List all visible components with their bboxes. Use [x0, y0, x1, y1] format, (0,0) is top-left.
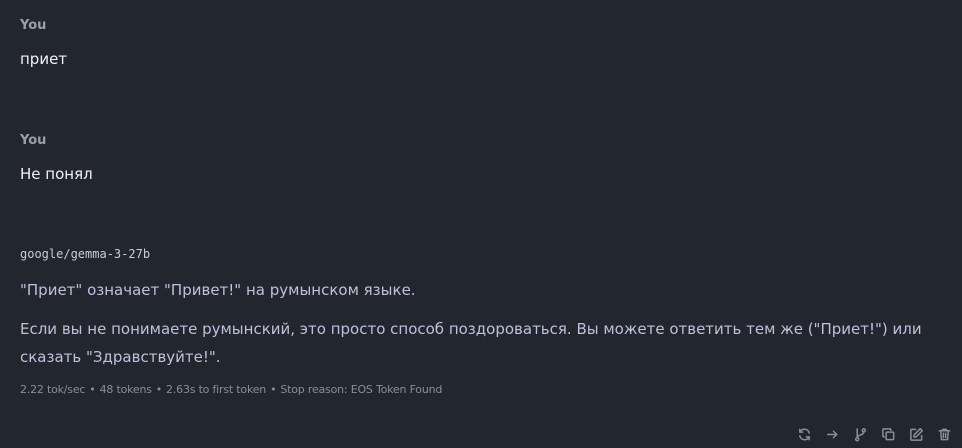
message-action-bar [794, 424, 954, 444]
user-message-text[interactable]: приет [20, 50, 67, 68]
edit-icon [909, 427, 923, 441]
assistant-paragraph: Если вы не понимаете румынский, это прос… [20, 320, 922, 366]
generation-stats: 2.22 tok/sec • 48 tokens • 2.63s to first to… [20, 383, 442, 396]
regenerate-button[interactable] [794, 424, 814, 444]
copy-icon [881, 427, 894, 440]
branch-button[interactable] [850, 424, 870, 444]
stat-tokens: 48 tokens [99, 383, 152, 396]
continue-button[interactable] [822, 424, 842, 444]
trash-icon [938, 428, 950, 440]
sender-label-user: You [20, 18, 47, 33]
stat-separator: • [89, 383, 96, 396]
model-name-label: google/gemma-3-27b [20, 247, 151, 261]
stat-stop-reason: Stop reason: EOS Token Found [280, 383, 443, 396]
stat-first-token: 2.63s to first token [166, 383, 267, 396]
edit-button[interactable] [906, 424, 926, 444]
stat-speed: 2.22 tok/sec [20, 383, 86, 396]
stat-separator: • [270, 383, 277, 396]
continue-arrow-icon [826, 429, 837, 439]
branch-icon [854, 427, 866, 441]
delete-button[interactable] [934, 424, 954, 444]
copy-button[interactable] [878, 424, 898, 444]
user-message-text[interactable]: Не понял [20, 165, 93, 183]
regenerate-icon [798, 427, 810, 441]
sender-label-user: You [20, 133, 47, 148]
assistant-paragraph: "Приет" означает "Привет!" на румынском … [20, 281, 416, 299]
stat-separator: • [155, 383, 163, 396]
